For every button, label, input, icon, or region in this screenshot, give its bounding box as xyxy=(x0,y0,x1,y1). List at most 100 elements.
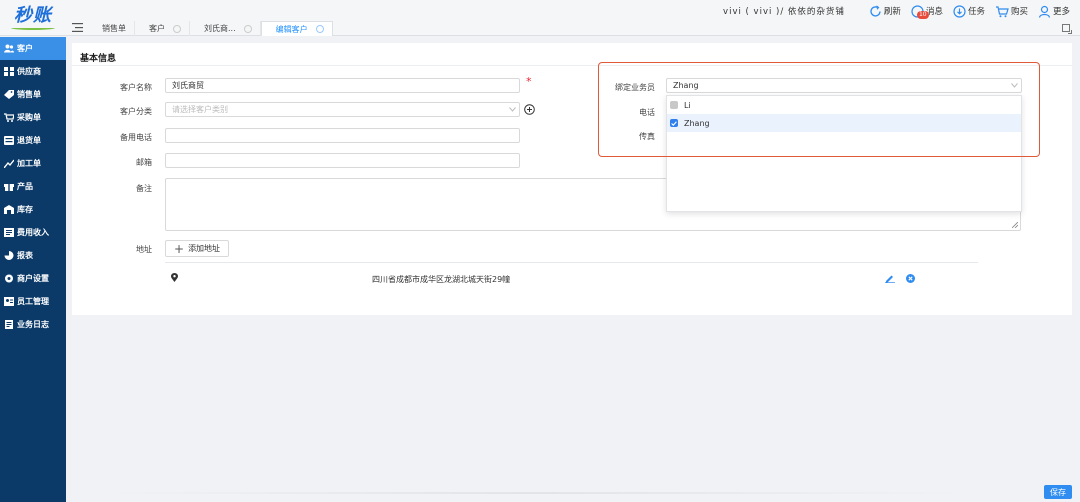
sidebar-item-label: 供应商 xyxy=(17,67,41,76)
sidebar-item-label: 加工单 xyxy=(17,159,41,168)
highlight-box xyxy=(598,62,1040,157)
messages-button[interactable]: 10 消息 xyxy=(911,4,943,19)
settings-icon xyxy=(5,274,13,283)
edit-address-icon[interactable] xyxy=(885,274,895,283)
log-icon xyxy=(5,320,13,329)
sidebar-item-settings[interactable]: 商户设置 xyxy=(0,267,66,290)
refresh-icon xyxy=(870,5,881,17)
sidebar-item-purchase[interactable]: 采购单 xyxy=(0,106,66,129)
sidebar-item-label: 产品 xyxy=(17,182,33,191)
logo-swoosh xyxy=(11,26,55,30)
refresh-button[interactable]: 刷新 xyxy=(869,5,901,18)
chevron-down-icon xyxy=(509,107,516,112)
user-info: vivi ( vivi )/ 依依的杂货铺 xyxy=(723,7,845,17)
sidebar-item-label: 客户 xyxy=(17,44,33,53)
required-marker: * xyxy=(526,75,532,88)
category-label: 客户分类 xyxy=(120,107,152,116)
sidebar-item-reports[interactable]: 报表 xyxy=(0,244,66,267)
buy-label: 购买 xyxy=(1010,7,1028,17)
buy-button[interactable]: 购买 xyxy=(995,5,1028,18)
backup-phone-label: 备用电话 xyxy=(120,133,152,142)
supplier-icon xyxy=(4,67,14,76)
sidebar-item-label: 销售单 xyxy=(17,90,41,99)
refresh-label: 刷新 xyxy=(883,7,901,17)
footer-shadow xyxy=(100,492,970,494)
fullscreen-icon[interactable] xyxy=(1062,24,1072,34)
email-input[interactable] xyxy=(165,153,520,168)
sidebar-item-label: 报表 xyxy=(17,251,33,260)
sales-icon xyxy=(4,90,14,99)
resize-handle-icon[interactable] xyxy=(1012,222,1018,228)
message-badge: 10 xyxy=(916,10,929,19)
sidebar-item-products[interactable]: 产品 xyxy=(0,175,66,198)
add-category-icon[interactable] xyxy=(524,104,535,115)
product-icon xyxy=(4,184,14,191)
sidebar-item-customers[interactable]: 客户 xyxy=(0,37,66,60)
staff-icon xyxy=(4,297,14,306)
sidebar-item-label: 员工管理 xyxy=(17,297,49,306)
customers-icon xyxy=(4,44,14,53)
footer-bar xyxy=(66,477,1080,502)
sidebar-item-sales[interactable]: 销售单 xyxy=(0,83,66,106)
sidebar-item-staff[interactable]: 员工管理 xyxy=(0,290,66,313)
tab-customer-detail[interactable]: 刘氏商... xyxy=(190,21,261,36)
logo-text: 秒账 xyxy=(14,4,52,26)
remark-label: 备注 xyxy=(136,184,152,193)
address-entry: 四川省成都市成华区龙湖北城天街29幢 xyxy=(372,275,511,284)
more-label: 更多 xyxy=(1052,7,1070,17)
inventory-icon xyxy=(4,205,14,214)
backup-phone-input[interactable] xyxy=(165,128,520,143)
sidebar-item-returns[interactable]: 退货单 xyxy=(0,129,66,152)
header-actions: vivi ( vivi )/ 依依的杂货铺 刷新 10 消息 任务 购买 更多 xyxy=(723,4,1070,19)
tab-edit-customer[interactable]: 编辑客户 xyxy=(260,21,333,36)
expense-icon xyxy=(4,228,14,237)
sidebar-item-label: 采购单 xyxy=(17,113,41,122)
add-address-button[interactable]: + 添加地址 xyxy=(165,240,230,257)
close-tab-icon[interactable] xyxy=(243,24,252,33)
delete-address-icon[interactable] xyxy=(906,274,915,283)
user-icon xyxy=(1038,5,1051,18)
menu-toggle-icon[interactable] xyxy=(72,23,83,32)
close-tab-icon[interactable] xyxy=(315,25,324,33)
address-label: 地址 xyxy=(136,245,152,254)
sidebar-item-label: 费用收入 xyxy=(17,228,49,237)
sidebar-item-expenses[interactable]: 费用收入 xyxy=(0,221,66,244)
customer-name-label: 客户名称 xyxy=(120,83,152,92)
sidebar-item-label: 库存 xyxy=(17,205,33,214)
sidebar-item-label: 商户设置 xyxy=(17,274,49,283)
sidebar-item-suppliers[interactable]: 供应商 xyxy=(0,60,66,83)
tab-label: 编辑客户 xyxy=(275,24,308,34)
task-icon xyxy=(953,4,966,18)
email-label: 邮箱 xyxy=(136,158,152,167)
sidebar: 客户 供应商 销售单 采购单 退货单 加工单 产品 库存 费用收入 报表 商户设… xyxy=(0,37,66,502)
sidebar-item-inventory[interactable]: 库存 xyxy=(0,198,66,221)
return-icon xyxy=(4,136,14,145)
tab-customers[interactable]: 客户 xyxy=(135,21,190,36)
plus-icon: + xyxy=(174,241,185,256)
location-pin-icon xyxy=(171,273,178,282)
report-icon xyxy=(4,251,14,260)
tab-label: 销售单 xyxy=(102,24,126,33)
cart-icon xyxy=(995,5,1009,17)
tab-label: 刘氏商... xyxy=(204,24,236,33)
sidebar-item-processing[interactable]: 加工单 xyxy=(0,152,66,175)
save-button[interactable]: 保存 xyxy=(1044,485,1072,499)
add-address-label: 添加地址 xyxy=(188,244,221,253)
customer-name-input[interactable]: 刘氏商贸 xyxy=(165,78,520,93)
close-tab-icon[interactable] xyxy=(173,24,181,33)
purchase-icon xyxy=(4,113,14,122)
sidebar-item-label: 业务日志 xyxy=(17,320,49,329)
address-divider xyxy=(165,262,978,263)
tab-strip: 销售单 客户 刘氏商... 编辑客户 xyxy=(88,20,333,36)
category-placeholder: 请选择客户类别 xyxy=(172,105,228,114)
top-bar: 秒账 销售单 客户 刘氏商... 编辑客户 vivi ( vivi )/ 依依的… xyxy=(0,0,1080,36)
section-title: 基本信息 xyxy=(80,54,117,64)
tab-label: 客户 xyxy=(149,24,165,33)
tasks-label: 任务 xyxy=(967,7,985,17)
sidebar-item-business-log[interactable]: 业务日志 xyxy=(0,313,66,336)
app-logo[interactable]: 秒账 xyxy=(0,0,66,36)
more-button[interactable]: 更多 xyxy=(1038,5,1070,18)
tab-sales-order[interactable]: 销售单 xyxy=(88,21,135,36)
category-select[interactable]: 请选择客户类别 xyxy=(165,102,520,117)
tasks-button[interactable]: 任务 xyxy=(953,4,985,18)
